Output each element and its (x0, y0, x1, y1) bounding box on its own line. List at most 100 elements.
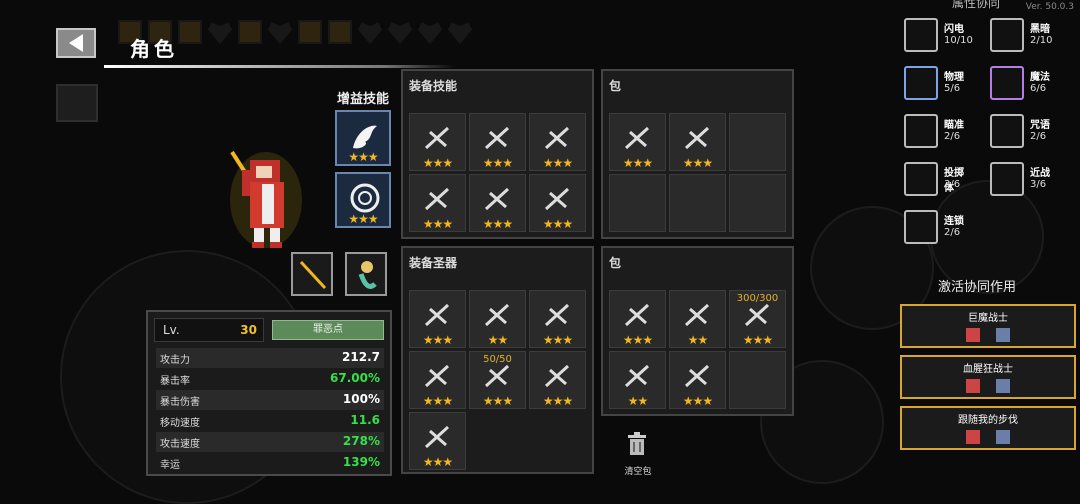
synergy-projectile[interactable]: 投掷体 3/6 (904, 162, 964, 200)
bag-relic-slot[interactable] (729, 351, 786, 409)
bag-skills-panel: 包 ★★★ ★★★ (601, 69, 794, 239)
synergy-lightning[interactable]: 闪电 10/10 (904, 18, 973, 56)
synergy-name: 物理 (944, 72, 964, 83)
star-rating: ★★★ (422, 394, 453, 408)
equipped-skill-slot[interactable]: ★★★ (469, 113, 526, 171)
bag-skill-slot[interactable]: ★★★ (669, 113, 726, 171)
equipped-skill-slot[interactable]: ★★★ (409, 174, 466, 232)
star-rating: ★★ (627, 394, 649, 408)
synergy-value: 3/6 (944, 179, 961, 190)
pet-slot[interactable] (345, 252, 387, 296)
bag-relic-item-icon (684, 303, 710, 327)
synergy-spell[interactable]: 咒语 2/6 (990, 114, 1050, 152)
star-rating: ★★★ (422, 217, 453, 231)
projectile-icon (904, 162, 938, 196)
boost-skill-slot[interactable]: ★★★ (335, 172, 391, 228)
equipped-relic-item-icon (424, 425, 450, 449)
stat-label: 暴击伤害 (160, 397, 200, 408)
synergy-value: 2/6 (1030, 131, 1047, 142)
bag-relic-item-icon (684, 364, 710, 388)
synergy-name: 瞄准 (944, 120, 964, 131)
set-bonus-box[interactable]: 巨魔战士 (900, 304, 1076, 348)
synergy-value: 6/6 (1030, 83, 1047, 94)
equipped-skill-item-icon (484, 126, 510, 150)
bag-relic-slot[interactable]: ★★ (609, 351, 666, 409)
synergy-fist[interactable]: 近战 3/6 (990, 162, 1050, 200)
synergy-name: 连锁 (944, 216, 964, 227)
synergy-chain[interactable]: 连锁 2/6 (904, 210, 964, 248)
stat-value: 67.00% (330, 371, 380, 385)
equipped-skill-slot[interactable]: ★★★ (529, 174, 586, 232)
back-button[interactable] (56, 28, 96, 58)
star-rating: ★★★ (348, 212, 378, 226)
equipped-skill-slot[interactable]: ★★★ (409, 113, 466, 171)
stat-value: 139% (342, 455, 380, 469)
equipped-skill-slot[interactable]: ★★★ (469, 174, 526, 232)
heart-icon (418, 22, 442, 44)
shield-icon (328, 20, 352, 44)
lightning-icon (904, 18, 938, 52)
star-rating: ★★★ (542, 394, 573, 408)
bag-skill-slot[interactable] (609, 174, 666, 232)
synergy-magic[interactable]: 魔法 6/6 (990, 66, 1050, 104)
equipped-relic-slot[interactable]: ★★★ (409, 351, 466, 409)
bag-relic-slot[interactable]: ★★★ (669, 351, 726, 409)
bag-skill-slot[interactable] (729, 174, 786, 232)
bag-skill-slot[interactable]: ★★★ (609, 113, 666, 171)
equipped-skill-item-icon (544, 187, 570, 211)
synergy-name: 魔法 (1030, 72, 1050, 83)
set-bonus-name: 血腥狂战士 (963, 364, 1013, 375)
equipped-relic-slot[interactable]: ★★ (469, 290, 526, 348)
equipped-relic-slot[interactable]: ★★★ (529, 351, 586, 409)
synergy-dark[interactable]: 黑暗 2/10 (990, 18, 1052, 56)
set-bonus-box[interactable]: 血腥狂战士 (900, 355, 1076, 399)
bag-relic-slot[interactable]: ★★★ 300/300 (729, 290, 786, 348)
stat-label: 移动速度 (160, 418, 200, 429)
bag-skill-slot[interactable] (669, 174, 726, 232)
stat-row: 幸运 139% (156, 453, 384, 473)
bag-relics-title: 包 (609, 256, 622, 270)
bag-skill-slot[interactable] (729, 113, 786, 171)
equipped-skill-item-icon (424, 126, 450, 150)
level-label: Lv. (163, 323, 180, 337)
weapon-slot[interactable] (291, 252, 333, 296)
bag-relic-slot[interactable]: ★★ (669, 290, 726, 348)
synergy-crosshair[interactable]: 瞄准 2/6 (904, 114, 964, 152)
equip-skills-panel: 装备技能 ★★★ ★★★ ★★★ ★★★ ★★★ ★★★ (401, 69, 594, 239)
stat-label: 攻击力 (160, 355, 190, 366)
equipped-relic-slot[interactable]: ★★★ (529, 290, 586, 348)
trash-icon[interactable] (626, 432, 648, 456)
mermaid-icon (358, 261, 377, 289)
synergy-sword[interactable]: 物理 5/6 (904, 66, 964, 104)
synergy-value: 3/6 (1030, 179, 1047, 190)
stat-label: 攻击速度 (160, 439, 200, 450)
karma-button[interactable]: 罪恶点 (272, 320, 384, 340)
star-rating: ★★★ (542, 217, 573, 231)
magic-icon (990, 66, 1024, 100)
boost-skill-slot[interactable]: ★★★ (335, 110, 391, 166)
heart-icon (268, 22, 292, 44)
bag-skill-item-icon (624, 126, 650, 150)
dark-icon (990, 18, 1024, 52)
equipped-relic-slot[interactable]: ★★★ (409, 290, 466, 348)
synergy-name: 闪电 (944, 24, 964, 35)
menu-grid-button[interactable] (56, 84, 98, 122)
equipped-skill-slot[interactable]: ★★★ (529, 113, 586, 171)
synergy-value: 5/6 (944, 83, 961, 94)
equipped-relic-slot[interactable]: ★★★ 50/50 (469, 351, 526, 409)
page-title: 角色 (130, 37, 178, 61)
bag-relic-item-icon (624, 303, 650, 327)
star-rating: ★★★ (482, 217, 513, 231)
star-rating: ★★★ (422, 333, 453, 347)
character-sprite (230, 150, 302, 248)
equipped-skill-item-icon (424, 187, 450, 211)
star-rating: ★★★ (682, 394, 713, 408)
shield-icon (178, 20, 202, 44)
bag-relic-slot[interactable]: ★★★ (609, 290, 666, 348)
set-bonus-box[interactable]: 跟随我的步伐 (900, 406, 1076, 450)
synergy-name: 近战 (1030, 168, 1050, 179)
back-arrow-icon (69, 34, 83, 52)
equipped-relic-slot[interactable]: ★★★ (409, 412, 466, 470)
set-item-icon (996, 430, 1010, 444)
clear-bag-label[interactable]: 清空包 (608, 464, 668, 477)
